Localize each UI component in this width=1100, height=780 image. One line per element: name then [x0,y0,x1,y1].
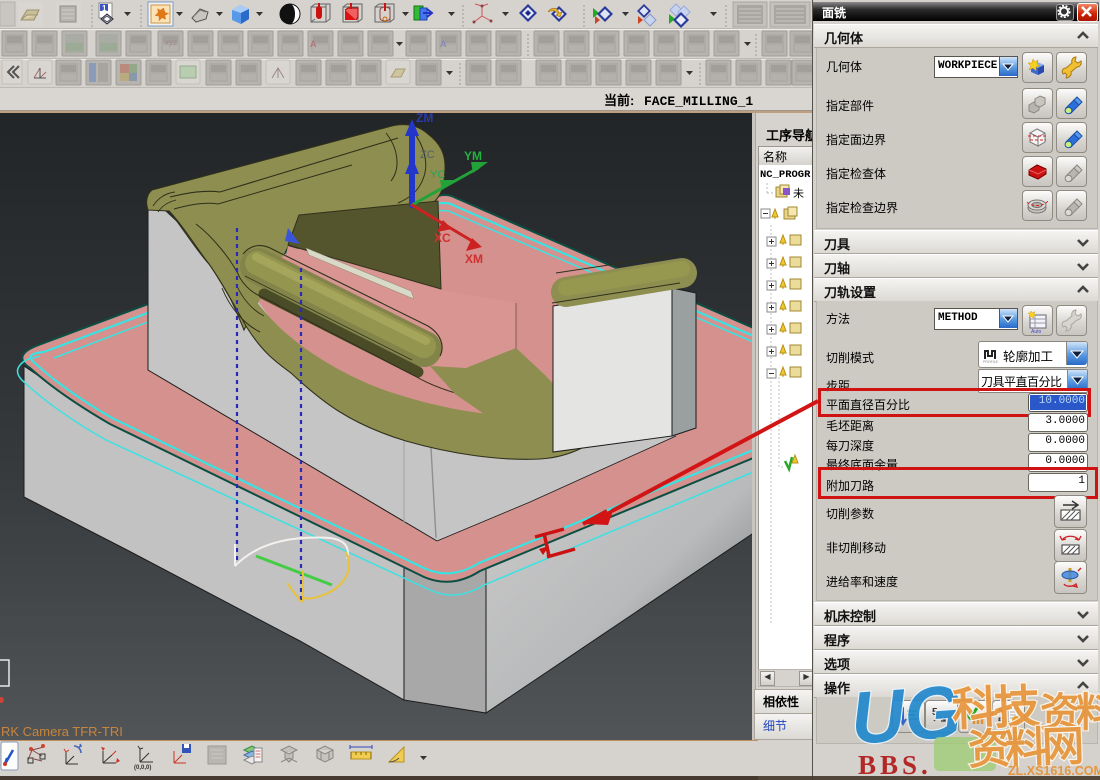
svg-text:当前:: 当前: [604,93,634,108]
svg-text:ZC: ZC [420,149,435,161]
svg-text:Auto: Auto [1031,329,1042,335]
svg-text:未: 未 [793,187,804,200]
svg-text:xyz: xyz [165,38,177,47]
svg-text:XC: XC [434,231,451,245]
svg-text:ZM: ZM [416,113,433,125]
svg-text:XM: XM [465,252,483,266]
svg-text:1: 1 [102,4,107,13]
svg-text:(0,0,0): (0,0,0) [134,765,151,771]
svg-text:A: A [440,39,447,49]
svg-text:5: 5 [932,707,938,718]
svg-text:5: 5 [998,706,1003,716]
svg-text:5: 5 [998,716,1003,726]
svg-text:YM: YM [464,149,482,163]
svg-text:PROFILE: PROFILE [983,360,999,363]
svg-text:FACE_MILLING_1: FACE_MILLING_1 [644,94,753,109]
svg-text:A: A [310,39,317,49]
svg-text:YC: YC [430,169,445,181]
svg-text:RK Camera TFR-TRI: RK Camera TFR-TRI [1,724,123,739]
svg-text:NC_PROGR: NC_PROGR [760,169,811,181]
